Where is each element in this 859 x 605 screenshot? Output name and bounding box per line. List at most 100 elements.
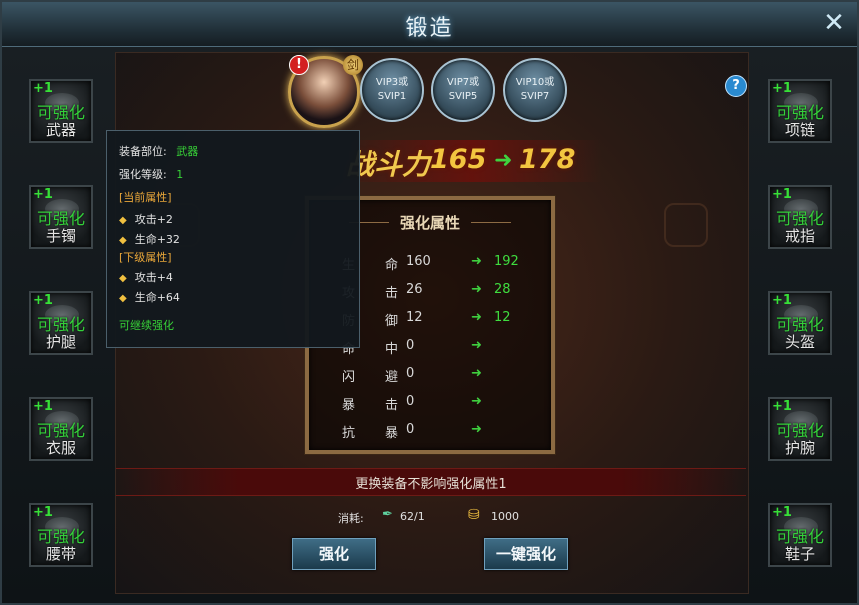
slot-level: +1 — [772, 505, 792, 520]
diamond-icon: ◆ — [119, 215, 127, 226]
slot-level: +1 — [772, 81, 792, 96]
character-avatar[interactable]: ! 剑 — [288, 55, 363, 128]
attr-name-2: 御 — [385, 314, 399, 329]
tooltip-slot-value: 武器 — [176, 145, 199, 158]
attr-name-2: 避 — [385, 370, 399, 385]
slot-bracelet[interactable]: +1 可强化 手镯 — [29, 185, 93, 249]
attr-current: 12 — [406, 310, 423, 325]
help-icon[interactable]: ? — [725, 75, 747, 97]
arrow-right-icon: ➜ — [471, 310, 482, 325]
slot-level: +1 — [772, 399, 792, 414]
attr-current: 0 — [406, 338, 415, 353]
attr-next: 12 — [494, 310, 511, 325]
slot-name: 戒指 — [784, 227, 815, 245]
tooltip-next-header: [下级属性] — [119, 251, 172, 264]
slot-level: +1 — [33, 187, 53, 202]
alert-icon: ! — [289, 55, 309, 75]
attr-current: 26 — [406, 282, 423, 297]
attr-next: 192 — [494, 254, 519, 269]
slot-name: 护腿 — [45, 333, 76, 351]
attribute-row: 闪 避 0 ➜ — [309, 366, 551, 386]
slot-name: 项链 — [784, 121, 815, 139]
cost-item-count: 62/1 — [400, 510, 425, 523]
vip-button-3[interactable]: VIP10或 SVIP7 — [503, 58, 567, 122]
slot-armor[interactable]: +1 可强化 衣服 — [29, 397, 93, 461]
slot-name: 衣服 — [45, 439, 76, 457]
tooltip-slot-row: 装备部位: 武器 — [119, 143, 198, 159]
slot-ring[interactable]: +1 可强化 戒指 — [768, 185, 832, 249]
tooltip-level-value: 1 — [176, 168, 184, 181]
attribute-row: 抗 暴 0 ➜ — [309, 422, 551, 442]
arrow-right-icon: ➜ — [471, 338, 482, 353]
slot-name: 护腕 — [784, 439, 815, 457]
forge-window: 锻造 ✕ +1 可强化 武器 +1 可强化 手镯 +1 可强化 护腿 +1 可强… — [0, 0, 859, 605]
cost-gold: 1000 — [491, 510, 519, 523]
attr-current: 0 — [406, 422, 415, 437]
attr-name-1: 闪 — [342, 370, 356, 385]
stat-text: 生命+32 — [134, 233, 180, 246]
slot-helmet[interactable]: +1 可强化 头盔 — [768, 291, 832, 355]
stat-text: 攻击+4 — [134, 271, 173, 284]
slot-belt[interactable]: +1 可强化 腰带 — [29, 503, 93, 567]
tooltip-slot-label: 装备部位: — [119, 145, 167, 158]
tooltip-current-stat: ◆ 攻击+2 — [119, 211, 173, 227]
tooltip-next-stat: ◆ 攻击+4 — [119, 269, 173, 285]
notice-text: 更换装备不影响强化属性1 — [355, 477, 507, 492]
attr-current: 0 — [406, 366, 415, 381]
one-click-enhance-button[interactable]: 一键强化 — [484, 538, 568, 570]
attribute-row: 暴 击 0 ➜ — [309, 394, 551, 414]
gold-ingot-icon: ⛁ — [468, 507, 480, 523]
arrow-right-icon: ➜ — [471, 366, 482, 381]
slot-level: +1 — [33, 399, 53, 414]
attr-name-2: 击 — [385, 286, 399, 301]
feather-icon: ✒ — [382, 507, 393, 522]
equipment-tooltip: 装备部位: 武器 强化等级: 1 [当前属性] ◆ 攻击+2 ◆ 生命+32 [下级… — [106, 130, 360, 348]
slot-name: 头盔 — [784, 333, 815, 351]
attr-name-2: 击 — [385, 398, 399, 413]
diamond-icon: ◆ — [119, 273, 127, 284]
tooltip-footer: 可继续强化 — [119, 319, 174, 332]
enhance-button[interactable]: 强化 — [292, 538, 376, 570]
window-title: 锻造 — [405, 16, 454, 41]
diamond-icon: ◆ — [119, 235, 127, 246]
tooltip-current-stat: ◆ 生命+32 — [119, 231, 180, 247]
attr-name-2: 暴 — [385, 426, 399, 441]
vip-button-2[interactable]: VIP7或 SVIP5 — [431, 58, 495, 122]
attr-name-2: 命 — [385, 258, 399, 273]
slot-level: +1 — [33, 505, 53, 520]
slot-name: 鞋子 — [784, 545, 815, 563]
attr-current: 160 — [406, 254, 431, 269]
slot-bracer[interactable]: +1 可强化 护腕 — [768, 397, 832, 461]
divider — [471, 222, 511, 223]
slot-weapon[interactable]: +1 可强化 武器 — [29, 79, 93, 143]
diamond-icon: ◆ — [119, 293, 127, 304]
close-icon[interactable]: ✕ — [821, 10, 847, 36]
slot-leggings[interactable]: +1 可强化 护腿 — [29, 291, 93, 355]
cost-label: 消耗: — [338, 512, 364, 525]
attr-name-1: 抗 — [342, 426, 356, 441]
tooltip-level-row: 强化等级: 1 — [119, 166, 183, 182]
tooltip-level-label: 强化等级: — [119, 168, 167, 181]
slot-level: +1 — [33, 293, 53, 308]
arrow-right-icon: ➜ — [471, 282, 482, 297]
attr-next: 28 — [494, 282, 511, 297]
attr-current: 0 — [406, 394, 415, 409]
slot-level: +1 — [33, 81, 53, 96]
ornament-right-icon — [664, 203, 708, 247]
stat-text: 生命+64 — [134, 291, 180, 304]
slot-necklace[interactable]: +1 可强化 项链 — [768, 79, 832, 143]
title-bar: 锻造 ✕ — [2, 2, 857, 47]
vip-button-1[interactable]: VIP3或 SVIP1 — [360, 58, 424, 122]
notice-banner: 更换装备不影响强化属性1 — [116, 468, 746, 496]
power-next: 178 — [519, 144, 576, 175]
arrow-right-icon: ➜ — [471, 394, 482, 409]
tooltip-current-header: [当前属性] — [119, 191, 172, 204]
slot-name: 手镯 — [45, 227, 76, 245]
arrow-right-icon: ➜ — [471, 422, 482, 437]
attr-name-2: 中 — [385, 342, 399, 357]
slot-shoes[interactable]: +1 可强化 鞋子 — [768, 503, 832, 567]
slot-level: +1 — [772, 187, 792, 202]
class-badge-icon: 剑 — [343, 55, 363, 75]
power-current: 165 — [430, 144, 487, 175]
slot-name: 腰带 — [45, 545, 76, 563]
